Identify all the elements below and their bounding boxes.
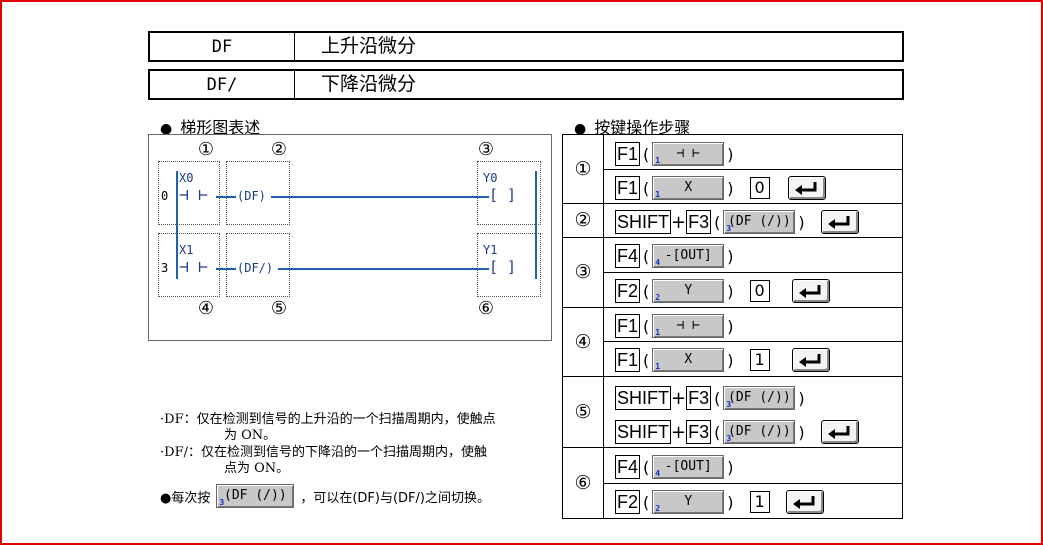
tip-prefix: ●每次按 <box>160 490 211 506</box>
df-softkey[interactable]: 3 (DF (/)) <box>723 386 796 410</box>
step-6-line-1: F4 ( 4 -[OUT] ) <box>615 455 734 479</box>
note-df: ·DF：仅在检测到信号的上升沿的一个扫描周期内，使触点 <box>160 412 496 427</box>
shift-key[interactable]: SHIFT <box>615 420 671 444</box>
step-6-line-2: F2 ( 2Y ) 1 <box>615 487 824 517</box>
rung-wire <box>216 268 236 270</box>
definition-code: DF/ <box>150 71 295 98</box>
out-softkey[interactable]: 4 -[OUT] <box>652 244 725 268</box>
key-steps-table: ① F1 ( 1 ⊣ ⊢ ) F1 ( 1X ) 0 ② SHIFT + F3 (… <box>562 134 903 519</box>
step-number: 0 <box>161 189 169 203</box>
circle-number: ④ <box>197 298 215 319</box>
f3-key[interactable]: F3 <box>686 420 712 444</box>
definition-desc: 下降沿微分 <box>321 73 417 95</box>
circle-number: ⑤ <box>270 298 288 319</box>
step-5-line-1: SHIFT + F3 ( 3 (DF (/)) ) <box>615 386 805 410</box>
contact-softkey[interactable]: 1 ⊣ ⊢ <box>652 142 725 166</box>
circle-number: ① <box>197 139 215 160</box>
f3-key[interactable]: F3 <box>686 386 712 410</box>
f2-key[interactable]: F2 <box>615 279 641 303</box>
f1-key[interactable]: F1 <box>615 142 641 166</box>
shift-key[interactable]: SHIFT <box>615 210 671 234</box>
enter-key-icon[interactable] <box>820 210 859 234</box>
note-df-slash: ·DF/：仅在检测到信号的下降沿的一个扫描周期内，使触 <box>160 445 487 460</box>
f3-key[interactable]: F3 <box>686 210 712 234</box>
circle-number: ② <box>270 139 288 160</box>
step-number: ④ <box>563 307 604 376</box>
circle-number: ③ <box>477 139 495 160</box>
note-df-slash-cont: 点为 ON。 <box>224 461 290 476</box>
coil-symbol: [ ] <box>489 186 517 204</box>
rung-wire <box>271 196 489 198</box>
enter-key-icon[interactable] <box>820 420 859 444</box>
f1-key[interactable]: F1 <box>615 348 641 372</box>
df-softkey[interactable]: 3 (DF (/)) <box>723 210 796 234</box>
step-4-line-1: F1 ( 1 ⊣ ⊢ ) <box>615 314 734 338</box>
coil-label: Y1 <box>483 243 498 257</box>
left-power-rail <box>176 171 178 279</box>
contact-softkey[interactable]: 1 ⊣ ⊢ <box>652 314 725 338</box>
circle-number: ⑥ <box>477 298 495 319</box>
x-softkey[interactable]: 1X <box>652 348 725 372</box>
step-number: 3 <box>161 261 169 275</box>
enter-key-icon[interactable] <box>787 176 826 200</box>
f1-key[interactable]: F1 <box>615 314 641 338</box>
contact-symbol: ⊣ ⊢ <box>179 185 208 204</box>
enter-key-icon[interactable] <box>791 348 830 372</box>
tip-suffix: ，可以在(DF)与(DF/)之间切换。 <box>300 490 490 506</box>
f4-key[interactable]: F4 <box>615 244 641 268</box>
step-number: ⑤ <box>563 376 604 447</box>
definition-row-df: DF 上升沿微分 <box>148 31 904 62</box>
coil-symbol: [ ] <box>489 258 517 276</box>
enter-key-icon[interactable] <box>785 490 824 514</box>
f1-key[interactable]: F1 <box>615 176 641 200</box>
digit-key[interactable]: 1 <box>749 349 770 371</box>
rung-wire <box>278 268 489 270</box>
enter-key-icon[interactable] <box>791 279 830 303</box>
ladder-diagram: ① ② ③ 0 X0 ⊣ ⊢ (DF) Y0 [ ] 3 X1 ⊣ ⊢ (DF/… <box>148 134 552 341</box>
step-2-line-1: SHIFT + F3 ( 3 (DF (/)) ) <box>615 207 859 237</box>
shift-key[interactable]: SHIFT <box>615 386 671 410</box>
out-softkey[interactable]: 4 -[OUT] <box>652 455 725 479</box>
digit-key[interactable]: 0 <box>749 280 770 302</box>
step-number: ① <box>563 135 604 203</box>
step-3-line-2: F2 ( 2Y ) 0 <box>615 276 830 306</box>
rung-wire <box>216 196 236 198</box>
f2-key[interactable]: F2 <box>615 490 641 514</box>
step-number: ③ <box>563 237 604 307</box>
df-softkey[interactable]: 3 (DF (/)) <box>216 484 295 508</box>
contact-label: X1 <box>179 243 194 257</box>
x-softkey[interactable]: 1X <box>652 176 725 200</box>
definition-row-df-slash: DF/ 下降沿微分 <box>148 69 904 100</box>
y-softkey[interactable]: 2Y <box>652 279 725 303</box>
step-4-line-2: F1 ( 1X ) 1 <box>615 345 830 375</box>
right-power-rail <box>535 171 537 279</box>
definition-desc: 上升沿微分 <box>321 35 417 57</box>
step-1-line-2: F1 ( 1X ) 0 <box>615 173 826 203</box>
step-5-line-2: SHIFT + F3 ( 3 (DF (/)) ) <box>615 417 859 447</box>
f4-key[interactable]: F4 <box>615 455 641 479</box>
digit-key[interactable]: 0 <box>749 177 770 199</box>
definition-code: DF <box>150 33 295 60</box>
instruction-label: (DF) <box>237 189 266 203</box>
step-number: ② <box>563 203 604 237</box>
contact-symbol: ⊣ ⊢ <box>179 257 208 276</box>
contact-label: X0 <box>179 171 194 185</box>
coil-label: Y0 <box>483 171 498 185</box>
step-number: ⑥ <box>563 447 604 518</box>
step-1-line-1: F1 ( 1 ⊣ ⊢ ) <box>615 142 734 166</box>
y-softkey[interactable]: 2Y <box>652 490 725 514</box>
df-softkey[interactable]: 3 (DF (/)) <box>723 420 796 444</box>
toggle-tip: ●每次按 3 (DF (/)) ，可以在(DF)与(DF/)之间切换。 <box>160 484 490 508</box>
digit-key[interactable]: 1 <box>749 491 770 513</box>
step-3-line-1: F4 ( 4 -[OUT] ) <box>615 244 734 268</box>
instruction-label: (DF/) <box>237 261 274 275</box>
